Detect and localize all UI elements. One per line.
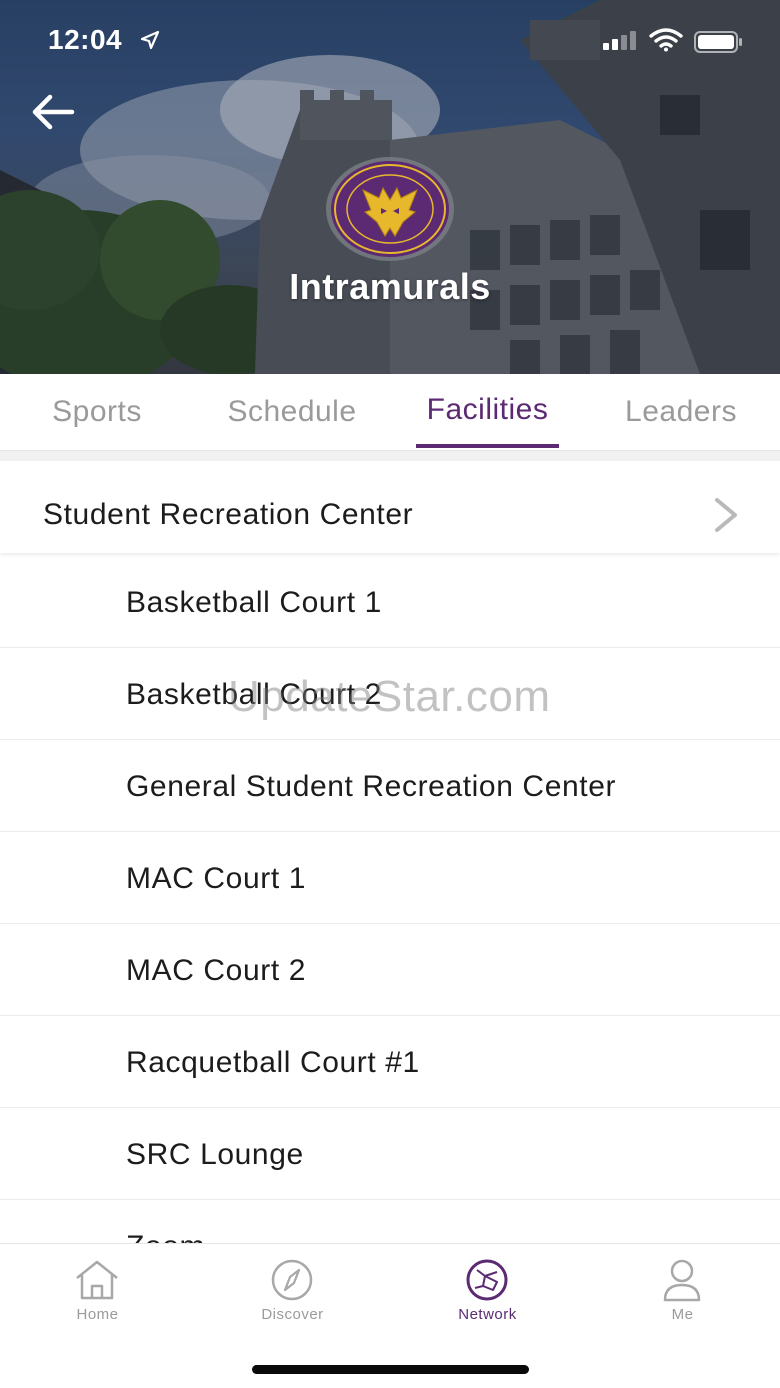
tab-leaders[interactable]: Leaders [606,374,756,450]
facility-item[interactable]: MAC Court 2 [0,924,780,1016]
facility-item-label: Basketball Court 1 [126,586,382,619]
tab-bar: Sports Schedule Facilities Leaders [0,374,780,451]
cellular-signal-icon [603,31,636,50]
facility-item[interactable]: General Student Recreation Center [0,740,780,832]
facility-item[interactable]: MAC Court 1 [0,832,780,924]
location-arrow-icon [140,30,160,50]
facility-group-label: Student Recreation Center [43,498,414,531]
active-tab-indicator [416,444,559,448]
facility-item-label: MAC Court 1 [126,862,306,895]
home-icon [76,1260,118,1300]
nav-discover-label: Discover [261,1306,324,1323]
facility-item[interactable]: SRC Lounge [0,1108,780,1200]
club-logo [326,157,454,261]
header-hero: 12:04 Intramurals [0,0,780,374]
nav-me[interactable]: Me [585,1244,780,1344]
person-icon [663,1259,701,1302]
facility-item-label: General Student Recreation Center [126,770,617,803]
page-title: Intramurals [289,266,491,307]
home-indicator [252,1365,529,1374]
nav-home-label: Home [76,1306,119,1323]
tab-schedule[interactable]: Schedule [212,374,372,450]
facility-item[interactable]: Basketball Court 1 [0,556,780,648]
watermark-text: UpdateStar.com [228,672,551,721]
nav-network-label: Network [458,1306,517,1323]
facility-group-header[interactable]: Student Recreation Center [0,461,780,553]
back-button[interactable] [28,88,78,136]
nav-network[interactable]: Network [390,1244,585,1344]
back-arrow-icon [32,94,75,130]
tab-facilities[interactable]: Facilities [410,374,565,450]
chevron-right-icon [715,498,737,532]
nav-home[interactable]: Home [0,1244,195,1344]
section-divider [0,451,780,461]
nav-discover[interactable]: Discover [195,1244,390,1344]
compass-icon [271,1259,313,1301]
wifi-icon [649,28,683,52]
status-time: 12:04 [48,24,123,55]
status-bar: 12:04 [0,0,780,80]
facility-item-label: MAC Court 2 [126,954,306,987]
facility-list: Basketball Court 1 Basketball Court 2 Ge… [0,556,780,1292]
facility-item-label: SRC Lounge [126,1138,304,1171]
tab-sports[interactable]: Sports [22,374,172,450]
nav-me-label: Me [671,1306,694,1323]
facility-item-label: Racquetball Court #1 [126,1046,420,1079]
network-icon [466,1259,508,1301]
facility-item[interactable]: Racquetball Court #1 [0,1016,780,1108]
battery-icon [694,31,742,53]
